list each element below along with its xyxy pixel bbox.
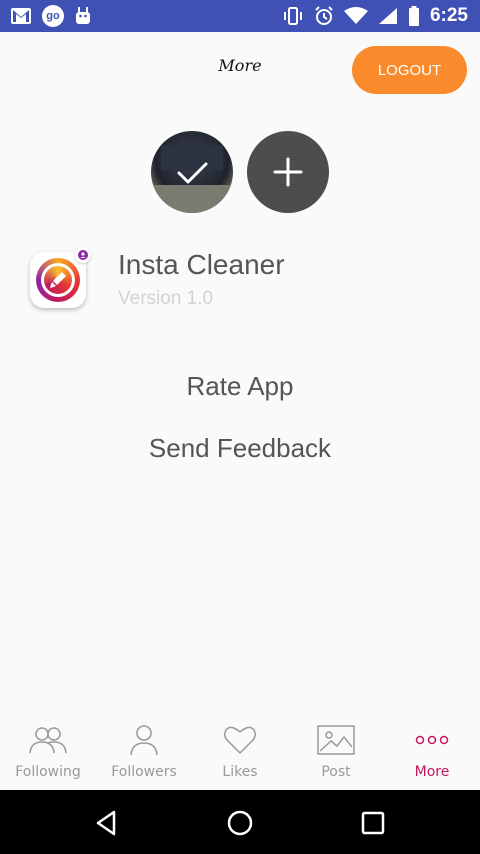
vibrate-icon xyxy=(283,7,302,25)
nav-likes-label: Likes xyxy=(222,764,258,780)
logout-button[interactable]: LOGOUT xyxy=(352,46,467,94)
go-keyboard-icon: go xyxy=(42,5,64,27)
person-icon xyxy=(78,250,88,260)
alarm-icon xyxy=(315,6,333,25)
brush-icon xyxy=(50,272,66,288)
send-feedback-button[interactable]: Send Feedback xyxy=(0,433,480,464)
nav-post[interactable]: Post xyxy=(288,710,384,790)
check-icon xyxy=(177,162,208,184)
user-badge-icon xyxy=(75,247,91,263)
nav-more-label: More xyxy=(414,764,450,780)
android-icon xyxy=(76,7,90,24)
gmail-icon xyxy=(11,8,31,24)
app-version: Version 1.0 xyxy=(118,288,214,309)
bottom-nav: Following Followers Likes Post More xyxy=(0,710,480,790)
following-icon xyxy=(29,727,67,754)
status-bar-left: go xyxy=(10,5,92,27)
wifi-icon xyxy=(343,7,368,24)
likes-icon xyxy=(223,726,257,755)
add-account-button[interactable] xyxy=(247,131,329,213)
rate-app-button[interactable]: Rate App xyxy=(0,371,480,402)
followers-icon xyxy=(130,725,158,756)
plus-icon xyxy=(273,157,303,187)
battery-icon xyxy=(408,6,419,26)
status-bar-right: 6:25 xyxy=(282,5,468,27)
status-time: 6:25 xyxy=(429,5,468,26)
status-bar: go 6:25 xyxy=(0,0,480,32)
account-avatar[interactable] xyxy=(151,131,233,213)
app-logo xyxy=(30,247,91,308)
system-nav-bar xyxy=(0,790,480,854)
nav-followers[interactable]: Followers xyxy=(96,710,192,790)
nav-more[interactable]: More xyxy=(384,710,480,790)
nav-followers-label: Followers xyxy=(111,764,177,780)
back-icon[interactable] xyxy=(92,808,122,838)
app-name: Insta Cleaner xyxy=(118,249,285,280)
nav-following[interactable]: Following xyxy=(0,710,96,790)
home-icon[interactable] xyxy=(225,808,255,838)
more-icon xyxy=(415,735,449,745)
nav-post-label: Post xyxy=(321,764,351,780)
recents-icon[interactable] xyxy=(358,808,388,838)
nav-following-label: Following xyxy=(15,764,81,780)
nav-likes[interactable]: Likes xyxy=(192,710,288,790)
post-icon xyxy=(317,725,355,755)
signal-icon xyxy=(378,8,397,24)
